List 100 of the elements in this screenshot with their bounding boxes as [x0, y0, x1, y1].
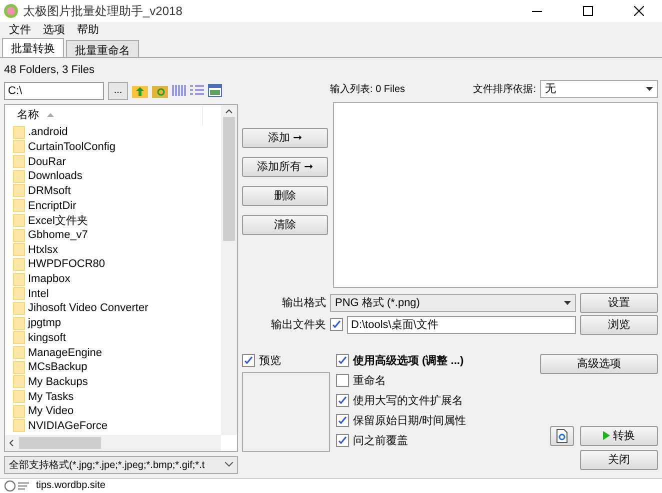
folder-item[interactable]: My Tasks	[13, 389, 221, 404]
folder-icon	[13, 126, 25, 139]
sort-arrow-icon	[47, 112, 54, 117]
details-view-icon[interactable]	[190, 84, 204, 98]
folder-icon	[13, 228, 25, 242]
folder-count: 48 Folders, 3 Files	[4, 64, 96, 78]
settings-button[interactable]: 设置	[580, 292, 658, 313]
document-search-icon	[556, 428, 568, 443]
sort-dropdown[interactable]: 无	[540, 80, 658, 98]
folder-item[interactable]: My Backups	[13, 374, 221, 390]
folder-item[interactable]: MCsBackup	[13, 360, 221, 375]
folder-item[interactable]: Htxlsx	[13, 242, 221, 258]
menu-item[interactable]: 帮助	[72, 22, 104, 38]
grid-view-icon[interactable]	[208, 84, 222, 98]
preview-file-button[interactable]	[550, 426, 574, 446]
folder-icon	[13, 375, 25, 388]
folder-icon	[13, 155, 25, 168]
folder-item[interactable]: Excel文件夹	[13, 213, 221, 228]
status-text: tips.wordbp.site	[36, 480, 106, 492]
action-button[interactable]: 添加所有 ➞	[242, 156, 328, 177]
menu-item[interactable]: 选项	[38, 22, 70, 38]
dropdown-arrow-icon	[646, 86, 653, 91]
folder-refresh-icon[interactable]	[152, 83, 168, 98]
folder-item[interactable]: Intel	[13, 286, 221, 302]
folder-icon	[13, 287, 25, 300]
option-label: 问之前覆盖	[353, 434, 408, 448]
tab[interactable]: 批量转换	[2, 38, 64, 57]
folder-icon	[13, 419, 25, 432]
folder-icon	[13, 331, 25, 344]
browse-button[interactable]: 浏览	[580, 314, 658, 335]
folder-icon	[13, 199, 25, 212]
checkbox[interactable]	[336, 434, 349, 448]
action-button[interactable]: 删除	[242, 186, 328, 206]
folder-item[interactable]: CurtainToolConfig	[13, 140, 221, 154]
folder-item[interactable]: jpgtmp	[13, 316, 221, 330]
option-label: 使用高级选项 (调整 ...)	[353, 354, 464, 368]
columns-view-icon[interactable]	[172, 84, 186, 98]
maximize-icon	[583, 6, 593, 16]
folder-up-icon[interactable]	[132, 83, 148, 98]
folder-item[interactable]: EncriptDir	[13, 198, 221, 213]
folder-icon	[13, 272, 25, 286]
output-format-label: 输出格式	[281, 296, 326, 310]
play-icon	[603, 431, 610, 440]
browse-button[interactable]: ...	[108, 82, 128, 100]
folder-icon	[13, 214, 25, 227]
folder-icon	[13, 346, 25, 360]
folder-item[interactable]: Jihosoft Video Converter	[13, 301, 221, 316]
vertical-scrollbar[interactable]	[221, 104, 237, 435]
file-type-dropdown[interactable]: 全部支持格式(*.jpg;*.jpe;*.jpeg;*.bmp;*.gif;*.t	[4, 456, 238, 474]
folder-icon	[13, 243, 25, 256]
folder-icon	[13, 390, 25, 404]
folder-item[interactable]: Gbhome_v7	[13, 228, 221, 242]
folder-icon	[13, 316, 25, 330]
sort-label: 文件排序依据:	[473, 82, 536, 96]
output-format-dropdown[interactable]: PNG 格式 (*.png)	[330, 294, 576, 312]
advanced-options-button[interactable]: 高级选项	[540, 354, 658, 374]
folder-item[interactable]: ManageEngine	[13, 345, 221, 360]
window-title: 太极图片批量处理助手_v2018	[23, 2, 184, 20]
folder-icon	[13, 170, 25, 183]
close-button[interactable]: 关闭	[580, 450, 658, 470]
dropdown-arrow-icon	[564, 300, 571, 305]
horizontal-scrollbar[interactable]	[5, 434, 221, 451]
folder-icon	[13, 404, 25, 418]
folder-item[interactable]: kingsoft	[13, 330, 221, 346]
column-header[interactable]: 名称	[13, 104, 203, 125]
folder-item[interactable]: NVIDIAGeForce	[13, 418, 221, 434]
status-icon	[4, 480, 30, 492]
input-list-label: 输入列表: 0 Files	[330, 82, 406, 96]
minimize-icon	[532, 10, 542, 12]
folder-item[interactable]: My Video	[13, 404, 221, 419]
checkbox[interactable]	[330, 318, 343, 332]
checkbox[interactable]	[336, 354, 349, 368]
preview-label: 预览	[259, 354, 281, 368]
folder-item[interactable]: DRMsoft	[13, 184, 221, 198]
output-folder-label: 输出文件夹	[270, 318, 326, 332]
folder-item[interactable]: DouRar	[13, 154, 221, 169]
checkbox[interactable]	[336, 394, 349, 408]
checkbox[interactable]	[242, 354, 255, 368]
folder-icon	[13, 140, 25, 154]
close-icon	[634, 6, 644, 16]
path-field[interactable]: C:\	[4, 82, 104, 100]
folder-icon	[13, 184, 25, 198]
option-label: 保留原始日期/时间属性	[353, 414, 466, 428]
folder-icon	[13, 302, 25, 315]
menu-item[interactable]: 文件	[4, 22, 36, 38]
checkbox[interactable]	[336, 414, 349, 428]
folder-item[interactable]: Imapbox	[13, 272, 221, 286]
folder-item[interactable]: HWPDFOCR80	[13, 257, 221, 272]
action-button[interactable]: 清除	[242, 214, 328, 235]
checkbox[interactable]	[336, 374, 349, 388]
folder-icon	[13, 360, 25, 374]
output-folder-field[interactable]: D:\tools\桌面\文件	[347, 316, 576, 334]
option-label: 重命名	[353, 374, 386, 388]
tab[interactable]: 批量重命名	[66, 40, 139, 57]
action-button[interactable]: 添加 ➞	[242, 128, 328, 148]
folder-item[interactable]: .android	[13, 124, 221, 140]
option-label: 使用大写的文件扩展名	[353, 394, 463, 408]
convert-button[interactable]: 转换	[580, 426, 658, 446]
folder-item[interactable]: Downloads	[13, 168, 221, 184]
folder-icon	[13, 258, 25, 271]
